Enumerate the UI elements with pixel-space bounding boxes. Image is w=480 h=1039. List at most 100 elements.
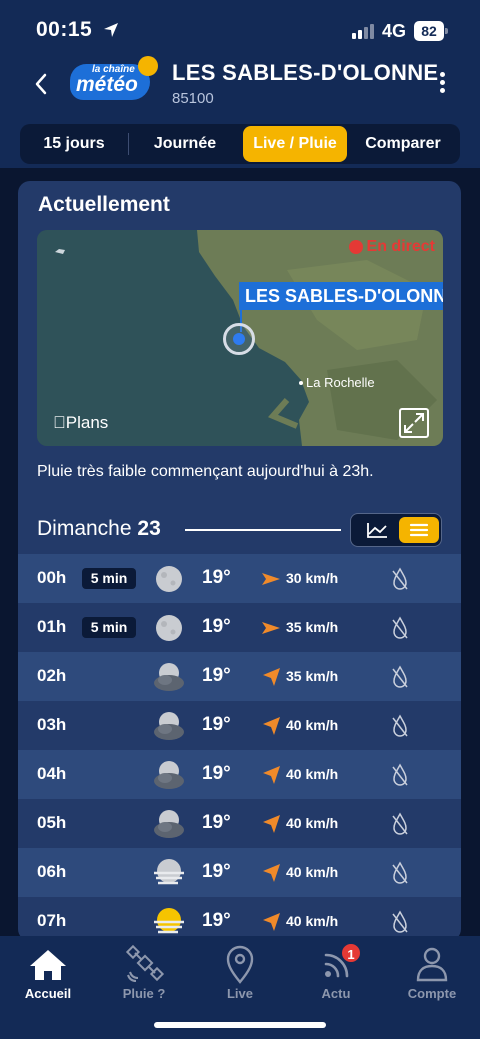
hour-label: 01h xyxy=(37,617,67,636)
rain-forecast-message: Pluie très faible commençant aujourd'hui… xyxy=(37,463,374,480)
line-chart-icon xyxy=(367,523,387,538)
wind-direction-icon xyxy=(263,766,280,784)
hour-row[interactable]: 00h 5 min 19° 30 km/h xyxy=(18,554,461,603)
live-dot-icon xyxy=(348,240,363,254)
home-indicator[interactable] xyxy=(154,1022,326,1028)
hour-label: 05h xyxy=(37,813,67,832)
temperature: 19° xyxy=(202,665,231,686)
wind-direction-icon xyxy=(263,717,280,735)
wind-direction-icon xyxy=(263,815,280,833)
section-title: Actuellement xyxy=(38,193,170,216)
wind-speed: 40 km/h xyxy=(286,717,339,733)
cellular-signal-icon xyxy=(352,24,374,39)
status-bar: 00:15 4G 82 xyxy=(0,0,480,62)
chart-view-button[interactable] xyxy=(357,517,397,543)
apple-logo-icon:  xyxy=(53,413,66,432)
map-location-label: LES SABLES-D'OLONNE xyxy=(239,282,443,310)
temperature: 19° xyxy=(202,714,231,735)
status-time: 00:15 xyxy=(36,18,93,41)
nav-actu[interactable]: 1 Actu xyxy=(296,942,376,1001)
no-rain-drop-icon xyxy=(392,567,408,590)
battery-icon: 82 xyxy=(414,21,448,41)
nav-compte[interactable]: Compte xyxy=(392,944,472,1001)
nav-pluie[interactable]: Pluie ? xyxy=(104,944,184,1001)
location-pin-icon xyxy=(226,945,254,984)
home-icon xyxy=(30,950,66,980)
tab-comparer[interactable]: Comparer xyxy=(347,126,459,162)
app-header: la chaîne météo LES SABLES-D'OLONNE 8510… xyxy=(0,56,480,168)
hour-row[interactable]: 05h 19° 40 km/h xyxy=(18,799,461,848)
interval-badge: 5 min xyxy=(82,568,136,589)
day-title: Dimanche 23 xyxy=(37,517,161,540)
wind-speed: 40 km/h xyxy=(286,815,339,831)
view-tabs: 15 jours Journée Live / Pluie Comparer xyxy=(20,124,460,164)
user-icon xyxy=(416,947,448,982)
no-rain-drop-icon xyxy=(392,763,408,786)
wind-speed: 35 km/h xyxy=(286,619,339,635)
list-view-button[interactable] xyxy=(399,517,439,543)
postal-code: 85100 xyxy=(172,90,214,107)
no-rain-drop-icon xyxy=(392,616,408,639)
no-rain-drop-icon xyxy=(392,861,408,884)
moon-clear-icon xyxy=(156,566,182,592)
city-title: LES SABLES-D'OLONNE xyxy=(172,60,439,85)
hour-row[interactable]: 06h 19° 40 km/h xyxy=(18,848,461,897)
hour-label: 04h xyxy=(37,764,67,783)
no-rain-drop-icon xyxy=(392,665,408,688)
hour-label: 06h xyxy=(37,862,67,881)
wind-direction-icon xyxy=(263,864,280,882)
sun-mist-icon xyxy=(154,908,184,934)
day-header: Dimanche 23 xyxy=(37,513,443,547)
nav-accueil[interactable]: Accueil xyxy=(8,944,88,1001)
tab-15-jours[interactable]: 15 jours xyxy=(20,126,128,162)
more-options-icon[interactable] xyxy=(437,72,447,98)
interval-badge: 5 min xyxy=(82,617,136,638)
notification-badge: 1 xyxy=(340,942,362,964)
tab-live-pluie[interactable]: Live / Pluie xyxy=(243,126,347,162)
hour-label: 07h xyxy=(37,911,67,930)
nav-live[interactable]: Live xyxy=(200,944,280,1001)
list-icon xyxy=(409,523,429,537)
moon-clear-icon xyxy=(156,615,182,641)
wind-speed: 40 km/h xyxy=(286,864,339,880)
wind-direction-icon xyxy=(263,913,280,931)
hour-label: 03h xyxy=(37,715,67,734)
wind-speed: 35 km/h xyxy=(286,668,339,684)
temperature: 19° xyxy=(202,812,231,833)
wind-direction-icon xyxy=(262,573,280,585)
no-rain-drop-icon xyxy=(392,812,408,835)
moon-cloudy-icon xyxy=(154,761,184,789)
live-indicator: En direct xyxy=(348,238,435,256)
expand-map-icon[interactable] xyxy=(399,408,429,438)
back-chevron-icon[interactable] xyxy=(30,72,54,96)
hourly-list: 00h 5 min 19° 30 km/h 01h 5 min 19° 35 km/h 02h 1… xyxy=(18,554,461,941)
moon-mist-icon xyxy=(154,859,184,885)
wind-speed: 40 km/h xyxy=(286,766,339,782)
current-conditions-card: Actuellement En direct LES SABLES-D'OLON… xyxy=(18,181,461,941)
wind-speed: 30 km/h xyxy=(286,570,339,586)
satellite-icon xyxy=(125,944,165,982)
location-arrow-icon xyxy=(104,23,118,37)
moon-cloudy-icon xyxy=(154,712,184,740)
temperature: 19° xyxy=(202,861,231,882)
no-rain-drop-icon xyxy=(392,714,408,737)
map-city-la-rochelle: La Rochelle xyxy=(299,375,375,390)
tab-journee[interactable]: Journée xyxy=(129,126,241,162)
hour-row[interactable]: 03h 19° 40 km/h xyxy=(18,701,461,750)
temperature: 19° xyxy=(202,763,231,784)
hour-row[interactable]: 07h 19° 40 km/h xyxy=(18,897,461,941)
view-mode-toggle xyxy=(350,513,442,547)
live-map[interactable]: En direct LES SABLES-D'OLONNE La Rochell… xyxy=(37,230,443,446)
hour-row[interactable]: 02h 19° 35 km/h xyxy=(18,652,461,701)
hour-row[interactable]: 04h 19° 40 km/h xyxy=(18,750,461,799)
wind-direction-icon xyxy=(262,622,280,634)
moon-cloudy-icon xyxy=(154,810,184,838)
temperature: 19° xyxy=(202,910,231,931)
network-type: 4G xyxy=(382,21,407,41)
wind-direction-icon xyxy=(263,668,280,686)
hour-row[interactable]: 01h 5 min 19° 35 km/h xyxy=(18,603,461,652)
temperature: 19° xyxy=(202,567,231,588)
maps-attribution: Plans xyxy=(53,413,108,432)
location-pin-marker xyxy=(223,323,255,355)
temperature: 19° xyxy=(202,616,231,637)
